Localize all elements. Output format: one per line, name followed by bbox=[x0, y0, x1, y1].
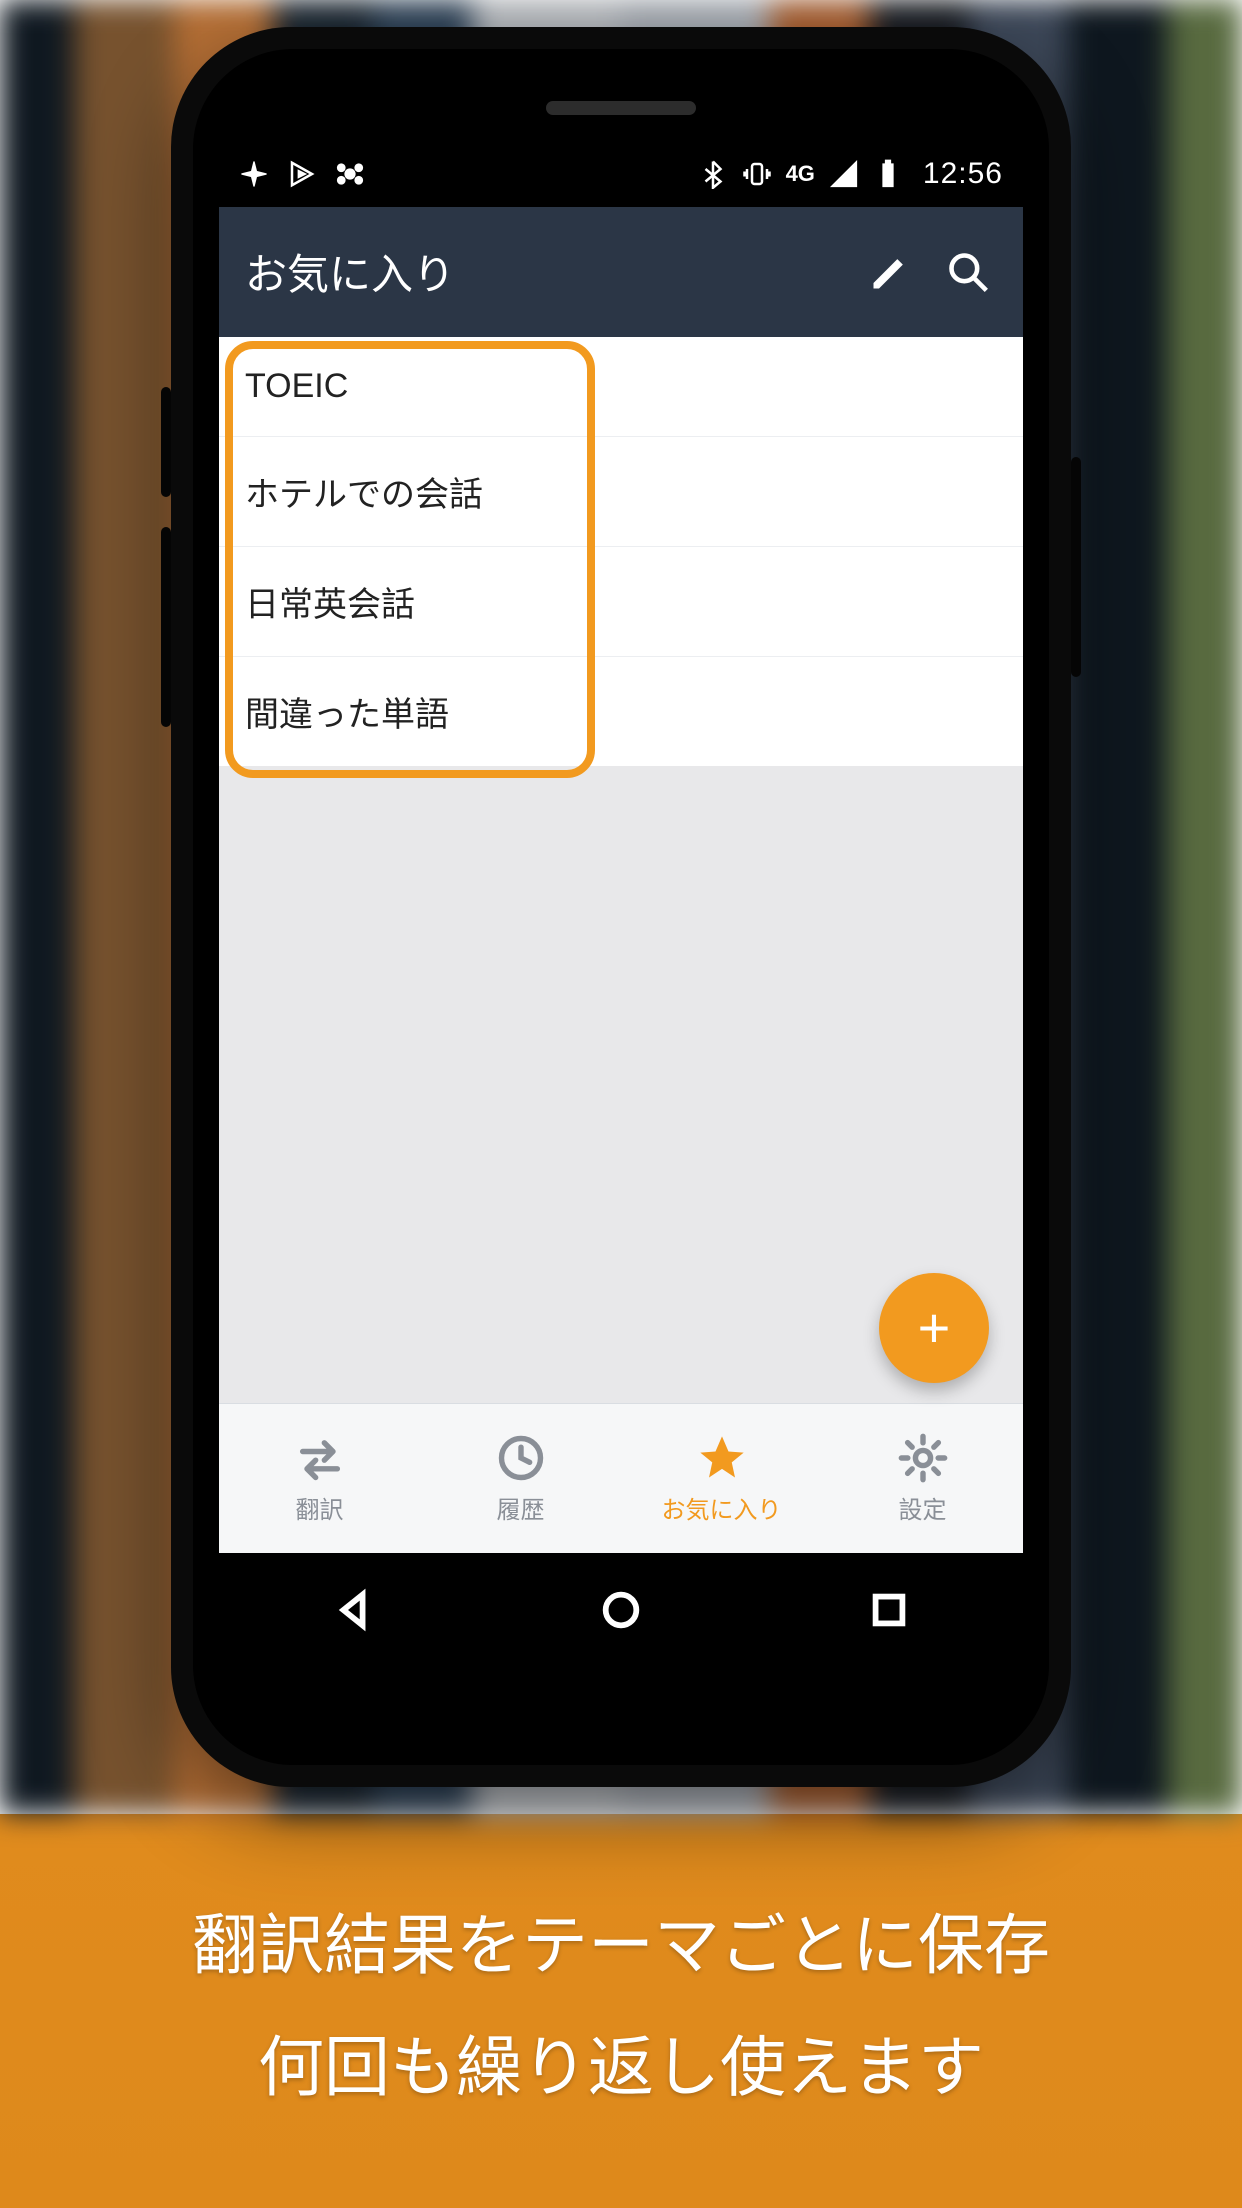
tab-settings[interactable]: 設定 bbox=[822, 1404, 1023, 1553]
page-title: お気に入り bbox=[245, 241, 841, 302]
list-item-label: ホテルでの会話 bbox=[245, 476, 483, 514]
circle-home-icon bbox=[598, 1587, 644, 1633]
search-button[interactable] bbox=[939, 243, 997, 301]
caption-line: 何回も繰り返し使えます bbox=[40, 2006, 1202, 2128]
promo-caption: 翻訳結果をテーマごとに保存 何回も繰り返し使えます bbox=[0, 1814, 1242, 2208]
list-item[interactable]: TOEIC bbox=[219, 337, 1023, 437]
list-item[interactable]: 間違った単語 bbox=[219, 657, 1023, 766]
caption-line: 翻訳結果をテーマごとに保存 bbox=[40, 1884, 1202, 2006]
add-button[interactable]: + bbox=[879, 1273, 989, 1383]
nav-back-button[interactable] bbox=[330, 1587, 376, 1638]
device-button bbox=[161, 387, 171, 497]
swap-arrows-icon bbox=[294, 1432, 346, 1484]
tab-label: 設定 bbox=[899, 1490, 947, 1525]
bluetooth-icon bbox=[698, 159, 728, 189]
pencil-icon bbox=[868, 250, 912, 294]
triangle-back-icon bbox=[330, 1587, 376, 1633]
tab-label: 翻訳 bbox=[296, 1490, 344, 1525]
tab-label: 履歴 bbox=[497, 1490, 545, 1525]
favorites-list: TOEIC ホテルでの会話 日常英会話 間違った単語 bbox=[219, 337, 1023, 766]
list-item-label: 日常英会話 bbox=[245, 586, 415, 624]
status-time: 12:56 bbox=[923, 157, 1003, 191]
search-icon bbox=[946, 250, 990, 294]
star-icon bbox=[696, 1432, 748, 1484]
pinwheel-icon bbox=[239, 159, 269, 189]
puzzle-icon bbox=[335, 159, 365, 189]
clock-icon bbox=[495, 1432, 547, 1484]
status-bar: 4G 12:56 bbox=[219, 141, 1023, 207]
device-frame: 4G 12:56 お気に入り bbox=[171, 27, 1071, 1787]
tab-bar: 翻訳 履歴 お気に入り bbox=[219, 1403, 1023, 1553]
device-earpiece bbox=[546, 101, 696, 115]
content-area: TOEIC ホテルでの会話 日常英会話 間違った単語 + bbox=[219, 337, 1023, 1553]
list-item[interactable]: ホテルでの会話 bbox=[219, 437, 1023, 547]
edit-button[interactable] bbox=[861, 243, 919, 301]
signal-icon bbox=[829, 159, 859, 189]
tab-history[interactable]: 履歴 bbox=[420, 1404, 621, 1553]
battery-icon bbox=[873, 159, 903, 189]
nav-recent-button[interactable] bbox=[866, 1587, 912, 1638]
list-item-label: TOEIC bbox=[245, 367, 348, 405]
list-item-label: 間違った単語 bbox=[245, 696, 449, 734]
square-recent-icon bbox=[866, 1587, 912, 1633]
plus-icon: + bbox=[918, 1300, 951, 1356]
tab-translate[interactable]: 翻訳 bbox=[219, 1404, 420, 1553]
device-button bbox=[1071, 457, 1081, 677]
device-screen: 4G 12:56 お気に入り bbox=[219, 141, 1023, 1673]
gear-icon bbox=[897, 1432, 949, 1484]
tab-label: お気に入り bbox=[662, 1490, 782, 1525]
android-nav-bar bbox=[219, 1553, 1023, 1673]
nav-home-button[interactable] bbox=[598, 1587, 644, 1638]
device-button bbox=[161, 527, 171, 727]
tab-favorites[interactable]: お気に入り bbox=[621, 1404, 822, 1553]
list-item[interactable]: 日常英会話 bbox=[219, 547, 1023, 657]
app-bar: お気に入り bbox=[219, 207, 1023, 337]
vibrate-icon bbox=[742, 159, 772, 189]
play-badge-icon bbox=[287, 159, 317, 189]
network-type-label: 4G bbox=[786, 161, 815, 187]
